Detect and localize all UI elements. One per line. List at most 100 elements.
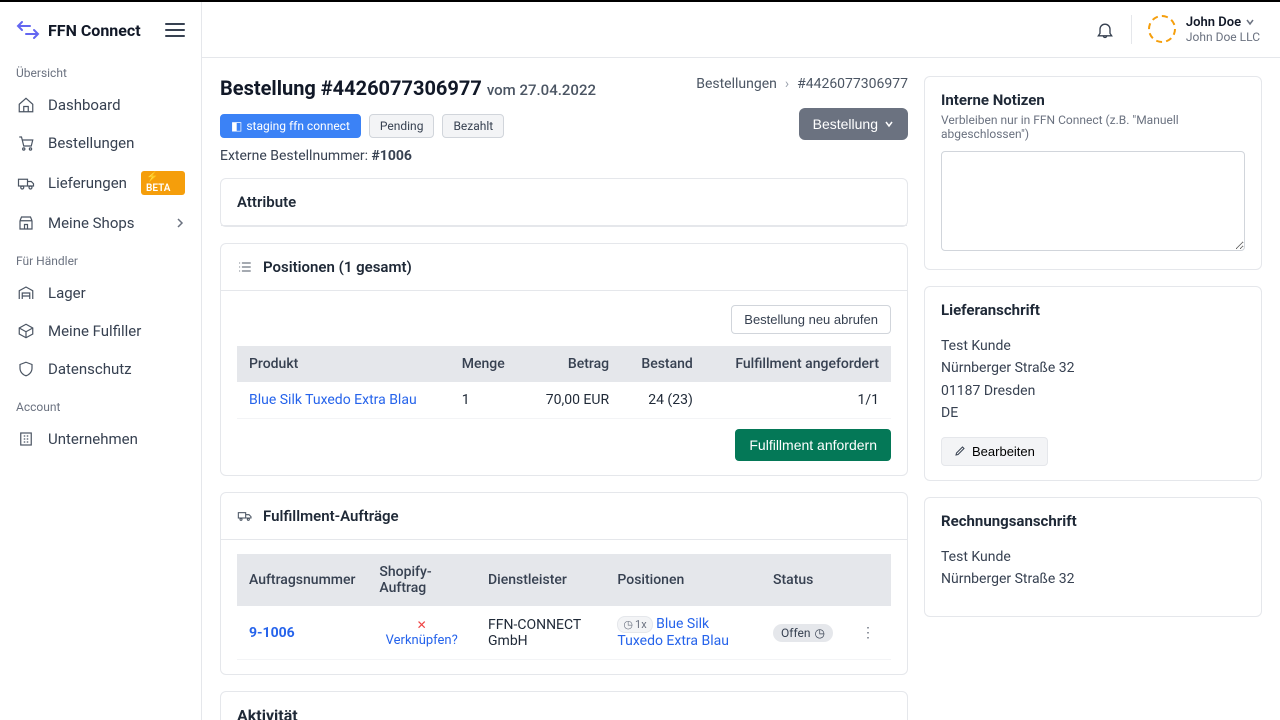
avatar bbox=[1148, 15, 1176, 43]
cell-qty: 1 bbox=[450, 382, 524, 419]
col-shopify: Shopify-Auftrag bbox=[367, 554, 476, 606]
cell-amount: 70,00 EUR bbox=[524, 382, 621, 419]
breadcrumb-current: #4426077306977 bbox=[797, 76, 908, 92]
chevron-right-icon bbox=[175, 214, 185, 232]
cart-icon bbox=[16, 133, 36, 153]
table-row: Blue Silk Tuxedo Extra Blau 1 70,00 EUR … bbox=[237, 382, 891, 419]
shipping-card: Lieferanschrift Test Kunde Nürnberger St… bbox=[924, 286, 1262, 481]
status-badge: Offen ◷ bbox=[773, 624, 833, 642]
sidebar-label: Meine Shops bbox=[48, 214, 135, 232]
sidebar-item-deliveries[interactable]: Lieferungen ⚡ BETA bbox=[0, 162, 201, 204]
sidebar-item-orders[interactable]: Bestellungen bbox=[0, 124, 201, 162]
billing-title: Rechnungsanschrift bbox=[941, 512, 1245, 530]
request-fulfillment-button[interactable]: Fulfillment anfordern bbox=[735, 429, 891, 461]
notes-textarea[interactable] bbox=[941, 151, 1245, 251]
activity-card: Aktivität bbox=[220, 691, 908, 720]
col-fulfill: Fulfillment angefordert bbox=[705, 346, 891, 382]
col-status: Status bbox=[761, 554, 845, 606]
product-link[interactable]: Blue Silk Tuxedo Extra Blau bbox=[249, 392, 417, 408]
refresh-order-button[interactable]: Bestellung neu abrufen bbox=[731, 305, 891, 334]
user-menu[interactable]: John Doe John Doe LLC bbox=[1131, 15, 1260, 45]
sidebar-item-warehouse[interactable]: Lager bbox=[0, 274, 201, 312]
fulfillment-table: Auftragsnummer Shopify-Auftrag Dienstlei… bbox=[237, 554, 891, 660]
sidebar-label: Lager bbox=[48, 284, 86, 302]
package-icon bbox=[16, 321, 36, 341]
sidebar-item-dashboard[interactable]: Dashboard bbox=[0, 86, 201, 124]
billing-address: Test Kunde Nürnberger Straße 32 bbox=[941, 546, 1245, 591]
order-action-button[interactable]: Bestellung bbox=[799, 108, 908, 140]
sidebar-item-company[interactable]: Unternehmen bbox=[0, 420, 201, 458]
shipping-icon bbox=[237, 508, 253, 524]
brand-logo[interactable]: FFN Connect bbox=[16, 18, 141, 42]
sidebar-label: Meine Fulfiller bbox=[48, 322, 141, 340]
breadcrumb-root[interactable]: Bestellungen bbox=[696, 76, 777, 92]
external-order-number: Externe Bestellnummer: #1006 bbox=[220, 148, 504, 164]
qty-pill: ◷ 1x bbox=[617, 616, 652, 633]
sidebar-item-shops[interactable]: Meine Shops bbox=[0, 204, 201, 242]
sidebar-item-privacy[interactable]: Datenschutz bbox=[0, 350, 201, 388]
page-title: Bestellung #4426077306977 vom 27.04.2022 bbox=[220, 76, 596, 100]
fulfillment-card: Fulfillment-Aufträge Auftragsnummer Shop… bbox=[220, 492, 908, 675]
sidebar-toggle-icon[interactable] bbox=[165, 20, 185, 40]
user-name: John Doe bbox=[1186, 15, 1241, 31]
sidebar-label: Datenschutz bbox=[48, 360, 132, 378]
shield-icon bbox=[16, 359, 36, 379]
col-provider: Dienstleister bbox=[476, 554, 605, 606]
cell-fulfill: 1/1 bbox=[705, 382, 891, 419]
topbar: John Doe John Doe LLC bbox=[202, 2, 1280, 58]
sidebar-label: Bestellungen bbox=[48, 134, 134, 152]
col-pos: Positionen bbox=[605, 554, 761, 606]
billing-card: Rechnungsanschrift Test Kunde Nürnberger… bbox=[924, 497, 1262, 618]
col-num: Auftragsnummer bbox=[237, 554, 367, 606]
pencil-icon bbox=[954, 445, 966, 457]
sidebar-label: Unternehmen bbox=[48, 430, 138, 448]
col-qty: Menge bbox=[450, 346, 524, 382]
truck-icon bbox=[16, 173, 36, 193]
breadcrumb: Bestellungen › #4426077306977 bbox=[696, 76, 908, 92]
shop-chip[interactable]: ◧ staging ffn connect bbox=[220, 114, 361, 138]
notes-hint: Verbleiben nur in FFN Connect (z.B. "Man… bbox=[941, 113, 1245, 141]
close-icon: ✕ bbox=[379, 618, 464, 632]
list-icon bbox=[237, 259, 253, 275]
table-row: 9-1006 ✕ Verknüpfen? FFN-CONNECT GmbH ◷ … bbox=[237, 606, 891, 660]
col-amount: Betrag bbox=[524, 346, 621, 382]
shipping-title: Lieferanschrift bbox=[941, 301, 1245, 319]
fulfillment-number-link[interactable]: 9-1006 bbox=[249, 625, 295, 641]
cell-stock: 24 (23) bbox=[621, 382, 705, 419]
attributes-title: Attribute bbox=[221, 179, 907, 226]
sidebar-label: Dashboard bbox=[48, 96, 121, 114]
building-icon bbox=[16, 429, 36, 449]
sidebar-item-fulfillers[interactable]: Meine Fulfiller bbox=[0, 312, 201, 350]
shipping-address: Test Kunde Nürnberger Straße 32 01187 Dr… bbox=[941, 335, 1245, 425]
col-product: Produkt bbox=[237, 346, 450, 382]
nav-section-merchants: Für Händler bbox=[0, 242, 201, 274]
more-icon[interactable]: ⋮ bbox=[857, 621, 879, 645]
notifications-icon[interactable] bbox=[1095, 20, 1115, 40]
nav-section-overview: Übersicht bbox=[0, 54, 201, 86]
activity-title: Aktivität bbox=[221, 692, 907, 720]
fulfillment-title: Fulfillment-Aufträge bbox=[263, 507, 399, 525]
chevron-right-icon: › bbox=[785, 76, 789, 92]
chevron-down-icon bbox=[1245, 17, 1255, 27]
status-chip-pending: Pending bbox=[369, 114, 435, 138]
cell-provider: FFN-CONNECT GmbH bbox=[476, 606, 605, 660]
link-shopify-button[interactable]: Verknüpfen? bbox=[386, 633, 458, 648]
col-stock: Bestand bbox=[621, 346, 705, 382]
edit-shipping-button[interactable]: Bearbeiten bbox=[941, 437, 1048, 466]
warehouse-icon bbox=[16, 283, 36, 303]
positions-title: Positionen (1 gesamt) bbox=[263, 258, 412, 276]
attributes-card: Attribute bbox=[220, 178, 908, 227]
user-org: John Doe LLC bbox=[1186, 30, 1260, 44]
store-icon bbox=[16, 213, 36, 233]
sidebar-label: Lieferungen bbox=[48, 174, 127, 192]
chevron-down-icon bbox=[884, 119, 894, 129]
beta-badge: ⚡ BETA bbox=[141, 171, 185, 195]
notes-card: Interne Notizen Verbleiben nur in FFN Co… bbox=[924, 76, 1262, 270]
brand-name: FFN Connect bbox=[48, 21, 141, 40]
positions-table: Produkt Menge Betrag Bestand Fulfillment… bbox=[237, 346, 891, 419]
notes-title: Interne Notizen bbox=[941, 91, 1245, 109]
home-icon bbox=[16, 95, 36, 115]
nav-section-account: Account bbox=[0, 388, 201, 420]
positions-card: Positionen (1 gesamt) Bestellung neu abr… bbox=[220, 243, 908, 476]
sidebar: FFN Connect Übersicht Dashboard Bestellu… bbox=[0, 2, 202, 720]
